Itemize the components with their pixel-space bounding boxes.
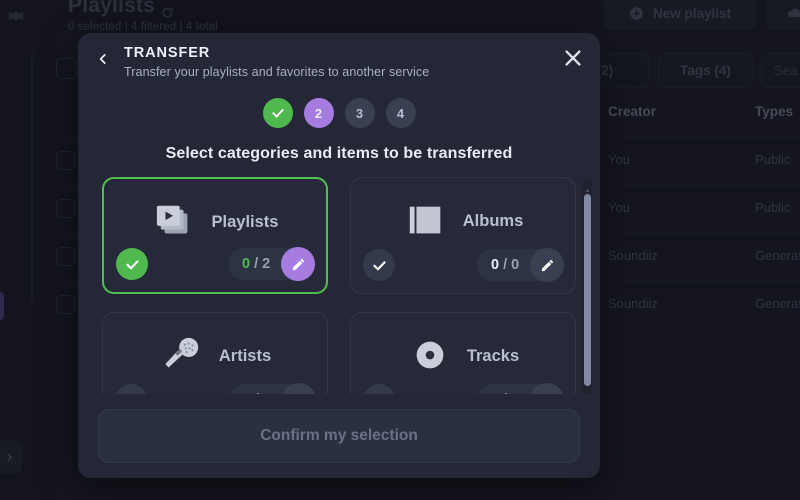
categories-grid: Playlists 0 / 2 Albums 0 / 0 Artists Tra… (102, 173, 576, 394)
counter-total: 0 (511, 257, 520, 273)
category-counter: 0 / 0 (477, 383, 564, 394)
category-label: Playlists (211, 212, 279, 231)
categories-scroll-area: Playlists 0 / 2 Albums 0 / 0 Artists Tra… (78, 173, 600, 394)
category-label: Tracks (466, 346, 520, 365)
card-top: Playlists (104, 179, 326, 243)
category-label: Artists (218, 346, 272, 365)
scroll-up-icon[interactable] (584, 181, 591, 192)
counter-separator: / (503, 257, 508, 273)
modal-footer: Confirm my selection (78, 394, 600, 478)
counter-total: 2 (262, 256, 271, 272)
category-check-button[interactable] (363, 249, 395, 281)
close-icon[interactable] (562, 47, 584, 69)
category-counter: 0 / 0 (229, 383, 316, 394)
pencil-icon[interactable] (530, 383, 564, 394)
card-top: Albums (351, 178, 575, 242)
modal-subtitle: Transfer your playlists and favorites to… (124, 65, 430, 79)
playlist-stack-icon (152, 201, 198, 243)
pencil-icon[interactable] (282, 383, 316, 394)
category-label: Albums (462, 211, 524, 230)
pencil-icon[interactable] (530, 248, 564, 282)
category-card-playlists[interactable]: Playlists 0 / 2 (102, 177, 328, 294)
step-indicator: 2 3 4 (78, 98, 600, 128)
selection-heading: Select categories and items to be transf… (165, 145, 513, 162)
counter-current: 0 (491, 257, 500, 273)
category-counter: 0 / 0 (477, 248, 564, 282)
scrollbar[interactable] (583, 178, 592, 427)
modal-title: TRANSFER (124, 45, 211, 61)
step-3[interactable]: 3 (344, 98, 375, 128)
card-top: Tracks (351, 313, 575, 377)
confirm-selection-button[interactable]: Confirm my selection (98, 409, 580, 463)
category-card-tracks[interactable]: Tracks 0 / 0 (350, 312, 576, 394)
album-icon (403, 200, 449, 242)
transfer-modal: TRANSFER Transfer your playlists and fav… (78, 33, 600, 478)
step-2[interactable]: 2 (303, 98, 334, 128)
modal-header: TRANSFER Transfer your playlists and fav… (78, 33, 600, 88)
category-card-artists[interactable]: Artists 0 / 0 (102, 312, 328, 394)
microphone-icon (159, 335, 205, 377)
category-check-button[interactable] (116, 248, 148, 280)
scrollbar-thumb[interactable] (584, 194, 591, 386)
counter-current: 0 (242, 256, 251, 272)
counter-separator: / (254, 256, 259, 272)
pencil-icon[interactable] (281, 247, 315, 281)
vinyl-disc-icon (407, 335, 453, 377)
category-check-button[interactable] (115, 384, 147, 394)
step-1[interactable] (262, 98, 293, 128)
category-card-albums[interactable]: Albums 0 / 0 (350, 177, 576, 294)
chevron-left-icon[interactable] (96, 52, 110, 66)
step-4[interactable]: 4 (385, 98, 416, 128)
card-top: Artists (103, 313, 327, 377)
category-check-button[interactable] (363, 384, 395, 394)
category-counter: 0 / 2 (228, 247, 315, 281)
